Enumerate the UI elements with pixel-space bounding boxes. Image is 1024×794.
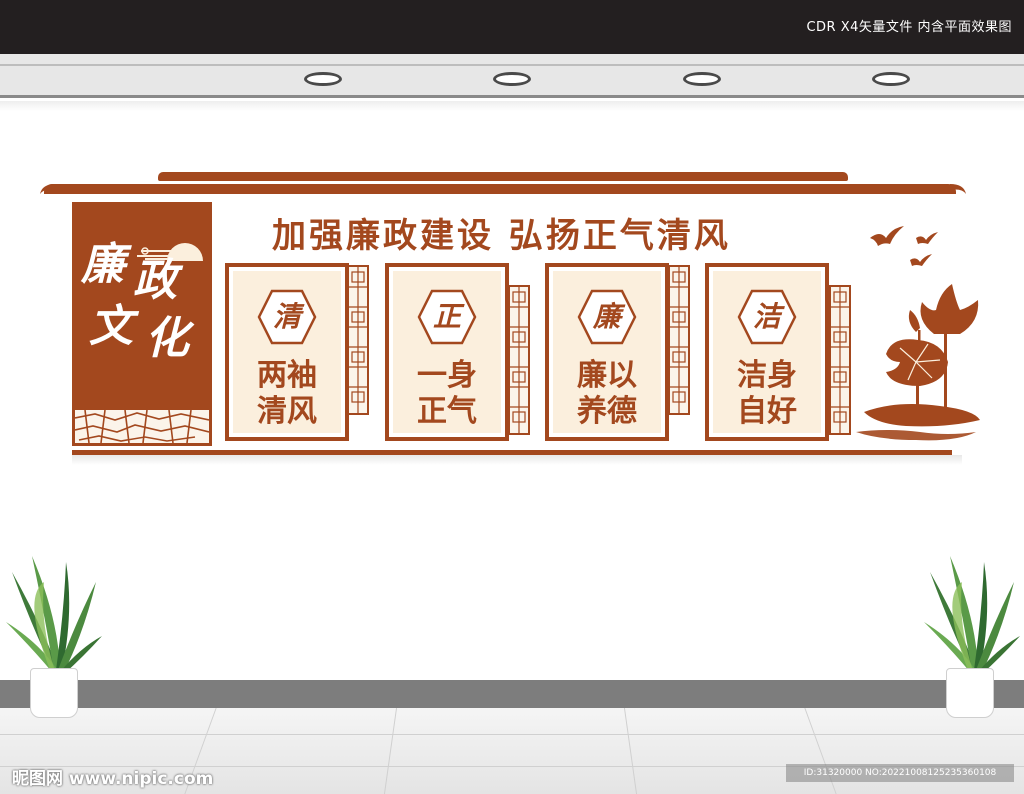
card-text-line: 清风 (257, 394, 317, 429)
lattice-pattern (508, 285, 530, 435)
lattice-pattern (668, 265, 690, 415)
lotus-icon (856, 284, 980, 441)
card-text-line: 两袖 (257, 358, 317, 393)
eave-curl-left-icon (40, 184, 56, 194)
ceiling-light-icon (683, 72, 721, 86)
card-text-line: 洁身 (737, 358, 797, 393)
file-caption: CDR X4矢量文件 内含平面效果图 (806, 20, 1012, 35)
ceiling-light-icon (872, 72, 910, 86)
motto-card: 清 两袖 清风 (225, 263, 349, 441)
card-text-line: 正气 (417, 394, 477, 429)
roof-eave-upper (158, 172, 848, 181)
floor-skirting (0, 680, 1024, 708)
tile-line (623, 708, 638, 794)
motto-card: 廉 廉以 养德 (545, 263, 669, 441)
lattice-pattern (829, 285, 851, 435)
lattice-pattern (347, 265, 369, 415)
ceiling-light-icon (304, 72, 342, 86)
board-shadow (72, 455, 962, 465)
card-face: 洁 洁身 自好 (713, 271, 821, 433)
scene: CDR X4矢量文件 内含平面效果图 廉 政 文 化 加强廉政建设 弘扬正气清风… (0, 0, 1024, 794)
side-title-char: 政 (133, 255, 177, 306)
card-text-line: 一身 (417, 358, 477, 393)
site-watermark: 昵图网 www.nipic.com (12, 769, 214, 789)
eave-curl-right-icon (950, 184, 966, 194)
side-title-panel: 廉 政 文 化 (72, 202, 212, 446)
ceiling-light-icon (493, 72, 531, 86)
plant-pot (30, 668, 78, 718)
card-badge-char: 洁 (752, 300, 781, 333)
card-badge-char: 廉 (592, 300, 621, 333)
roof-eave-lower (44, 184, 956, 194)
side-title-char: 文 (89, 301, 133, 352)
wall-shadow (0, 101, 1024, 111)
image-id-watermark: ID:31320000 NO:20221008125235360108 (786, 764, 1014, 782)
slogan-title: 加强廉政建设 弘扬正气清风 (272, 216, 731, 256)
top-bar: CDR X4矢量文件 内含平面效果图 (0, 0, 1024, 54)
card-text-line: 自好 (737, 394, 797, 429)
plant-pot (946, 668, 994, 718)
card-badge-char: 正 (432, 300, 461, 333)
bird-icon (870, 226, 938, 266)
card-face: 正 一身 正气 (393, 271, 501, 433)
tile-line (0, 734, 1024, 735)
side-title-char: 廉 (81, 239, 125, 290)
ceiling-edge (0, 64, 1024, 66)
side-title-char: 化 (145, 313, 189, 364)
card-face: 清 两袖 清风 (233, 271, 341, 433)
card-badge-char: 清 (272, 300, 301, 333)
tile-line (383, 708, 398, 794)
motto-card: 正 一身 正气 (385, 263, 509, 441)
lattice-pattern (74, 409, 210, 444)
motto-card: 洁 洁身 自好 (705, 263, 829, 441)
card-text-line: 廉以 (577, 358, 637, 393)
card-text-line: 养德 (577, 394, 637, 429)
card-face: 廉 廉以 养德 (553, 271, 661, 433)
wall-baseline (72, 450, 952, 455)
